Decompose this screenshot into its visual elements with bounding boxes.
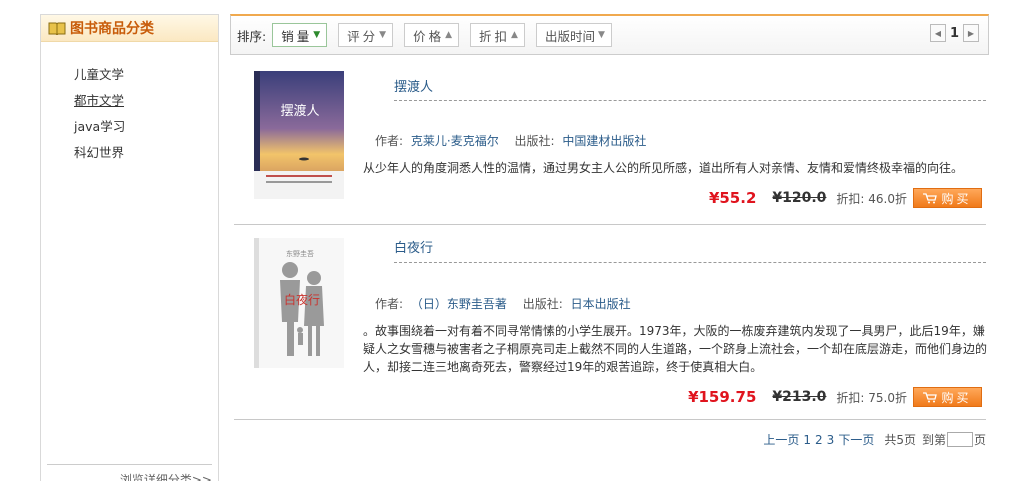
item-divider [234, 419, 986, 420]
product-description: 从少年人的角度洞悉人性的温情，通过男女主人公的所见所感，道出所有人对亲情、友情和… [363, 161, 964, 175]
cover-title-text: 白夜行 [284, 292, 320, 307]
goto-page-input[interactable] [946, 432, 973, 447]
product-meta: 作者: （日）东野圭吾著 出版社: 日本出版社 [375, 295, 643, 312]
arrow-down-icon: ▼ [379, 30, 387, 40]
author-link[interactable]: （日）东野圭吾著 [411, 297, 507, 311]
cover-title-text: 摆渡人 [280, 103, 319, 119]
goto-prefix: 到第 [921, 433, 946, 447]
category-sidebar: 图书商品分类 儿童文学 都市文学 java学习 科幻世界 浏览详细分类>> [40, 14, 219, 481]
product-title-link[interactable]: 白夜行 [394, 237, 433, 256]
sort-by-sales-label: 销量 [281, 28, 313, 44]
category-item-java-learning[interactable]: java学习 [74, 114, 218, 140]
publisher-label: 出版社: [514, 134, 555, 148]
mini-pager: ◀ 1 ▶ [929, 24, 979, 42]
arrow-down-icon: ▼ [597, 30, 605, 40]
discount-text: 折扣: 75.0折 [836, 390, 907, 405]
sidebar-header: 图书商品分类 [41, 15, 218, 42]
author-label: 作者: [375, 134, 404, 148]
category-item-sci-fi[interactable]: 科幻世界 [74, 140, 218, 166]
current-page-number: 1 [949, 25, 959, 41]
sort-by-publish-date-button[interactable]: 出版时间 ▼ [535, 23, 612, 47]
publisher-label: 出版社: [522, 297, 563, 311]
browse-categories-link[interactable]: 浏览详细分类>> [47, 464, 212, 481]
sort-by-rating-button[interactable]: 评分 ▼ [338, 23, 394, 47]
author-label: 作者: [375, 297, 404, 311]
prev-page-link[interactable]: 上一页 [763, 431, 799, 448]
shopping-cart-icon [923, 192, 938, 203]
discount-text: 折扣: 46.0折 [836, 191, 907, 206]
sort-by-price-label: 价格 [413, 28, 445, 44]
buy-button-label: 购买 [941, 191, 972, 206]
sort-by-sales-button[interactable]: 销量 ▼ [272, 23, 328, 47]
original-price: ¥120.0 [772, 190, 827, 206]
sort-label: 排序: [237, 28, 267, 44]
sort-by-publish-date-label: 出版时间 [544, 28, 595, 44]
sort-by-discount-button[interactable]: 折扣 ▲ [470, 23, 525, 47]
next-page-icon[interactable]: ▶ [963, 24, 979, 42]
page-link-1[interactable]: 1 [803, 433, 811, 447]
title-divider [394, 100, 986, 101]
product-item: 东野圭吾 白夜行 白夜行 作者: （日）东野圭吾著 出版社: 日本出版社 。故事… [234, 225, 988, 420]
arrow-up-icon: ▲ [445, 30, 453, 40]
buy-button[interactable]: 购买 [913, 188, 982, 208]
sort-bar: 排序: 销量 ▼ 评分 ▼ 价格 ▲ 折扣 ▲ 出版时间 ▼ ◀ 1 ▶ [230, 14, 989, 55]
category-item-children-literature[interactable]: 儿童文学 [74, 62, 218, 88]
sort-by-price-button[interactable]: 价格 ▲ [404, 23, 460, 47]
page-link-3[interactable]: 3 [827, 433, 835, 447]
product-meta: 作者: 克莱儿·麦克福尔 出版社: 中国建材出版社 [375, 132, 658, 149]
book-cover-image[interactable]: 摆渡人 [254, 71, 344, 199]
next-page-link[interactable]: 下一页 [838, 431, 874, 448]
book-cover-image[interactable]: 东野圭吾 白夜行 [254, 238, 344, 368]
product-description: 。故事围绕着一对有着不同寻常情愫的小学生展开。1973年，大阪的一栋废弃建筑内发… [363, 324, 988, 374]
page-link-2[interactable]: 2 [815, 433, 823, 447]
publisher-link[interactable]: 中国建材出版社 [562, 134, 646, 148]
goto-suffix: 页 [973, 433, 986, 447]
title-divider [394, 262, 986, 263]
publisher-link[interactable]: 日本出版社 [571, 297, 631, 311]
arrow-down-icon: ▼ [313, 30, 321, 40]
buy-button[interactable]: 购买 [913, 387, 982, 407]
price-row: ¥55.2 ¥120.0 折扣: 46.0折 购买 [709, 188, 982, 208]
pagination: 上一页 1 2 3 下一页 共5页 到第 页 [763, 431, 986, 448]
arrow-up-icon: ▲ [511, 30, 518, 40]
current-price: ¥159.75 [688, 388, 757, 406]
current-price: ¥55.2 [708, 189, 757, 207]
price-row: ¥159.75 ¥213.0 折扣: 75.0折 购买 [688, 387, 982, 407]
buy-button-label: 购买 [941, 390, 972, 405]
prev-page-icon[interactable]: ◀ [929, 24, 946, 42]
sort-by-rating-label: 评分 [347, 28, 379, 44]
open-book-icon [48, 22, 66, 35]
product-item: 摆渡人 摆渡人 作者: 克莱儿·麦克福尔 出版社: 中国建材出版社 从少年人的角… [234, 55, 986, 225]
category-item-urban-literature[interactable]: 都市文学 [74, 88, 218, 114]
product-title-link[interactable]: 摆渡人 [394, 76, 433, 95]
shopping-cart-icon [923, 391, 938, 402]
sort-by-discount-label: 折扣 [479, 28, 511, 44]
category-list: 儿童文学 都市文学 java学习 科幻世界 [41, 42, 218, 166]
sidebar-title: 图书商品分类 [70, 21, 154, 37]
original-price: ¥213.0 [772, 389, 827, 405]
cover-author-text: 东野圭吾 [286, 249, 314, 258]
author-link[interactable]: 克莱儿·麦克福尔 [411, 134, 499, 148]
total-pages: 共5页 [884, 433, 916, 447]
